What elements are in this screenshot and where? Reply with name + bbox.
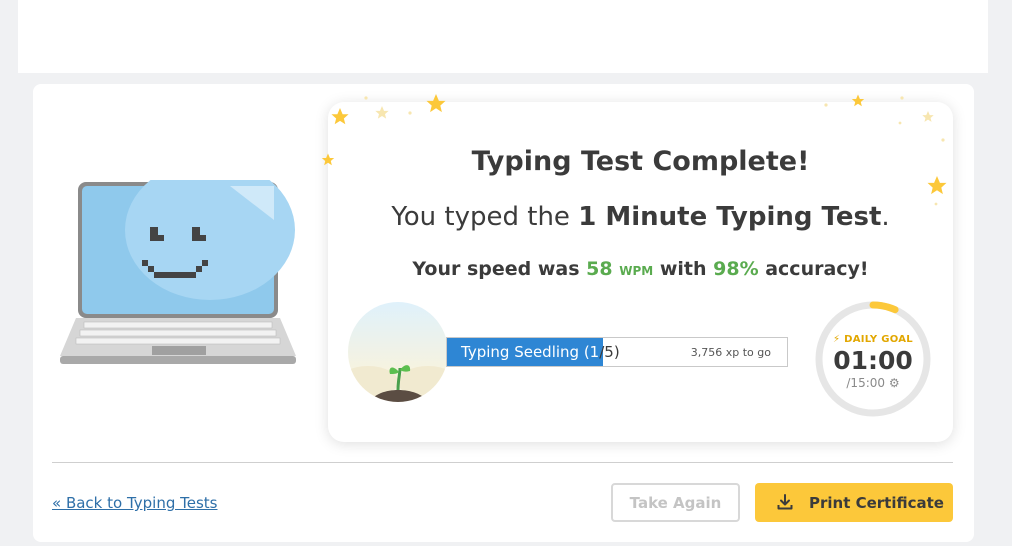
daily-goal-label-text: DAILY GOAL [844, 334, 913, 345]
daily-goal-text: ⚡ DAILY GOAL 01:00 /15:00 ⚙ [812, 298, 934, 420]
wpm-value: 58 [586, 258, 613, 280]
xp-to-go: 3,756 xp to go [690, 346, 771, 359]
print-certificate-label: Print Certificate [809, 494, 944, 512]
speed-line: Your speed was 58 WPM with 98% accuracy! [328, 258, 953, 280]
divider [52, 462, 953, 463]
seedling-icon [348, 302, 448, 402]
print-certificate-button[interactable]: Print Certificate [755, 483, 953, 522]
top-panel [18, 0, 988, 73]
daily-goal-ring[interactable]: ⚡ DAILY GOAL 01:00 /15:00 ⚙ [812, 298, 934, 420]
result-bubble: Typing Test Complete! You typed the 1 Mi… [328, 102, 953, 442]
summary-prefix: You typed the [391, 202, 579, 232]
level-progress-bar: Typing Seedling (1/5) 3,756 xp to go [446, 337, 788, 367]
speed-suffix: accuracy! [758, 258, 869, 280]
daily-goal-time: 01:00 [833, 346, 913, 375]
test-name: 1 Minute Typing Test [578, 202, 882, 232]
test-summary: You typed the 1 Minute Typing Test. [328, 202, 953, 232]
download-icon [777, 494, 793, 510]
laptop-mascot-icon [60, 180, 296, 364]
gear-icon[interactable]: ⚙ [889, 376, 900, 390]
wpm-unit: WPM [619, 264, 654, 278]
speed-prefix: Your speed was [412, 258, 587, 280]
page-title: Typing Test Complete! [471, 146, 810, 177]
accuracy-value: 98% [713, 258, 759, 280]
daily-goal-target: /15:00 ⚙ [812, 376, 934, 390]
speed-mid: with [653, 258, 714, 280]
back-to-typing-tests-link[interactable]: « Back to Typing Tests [52, 494, 218, 512]
summary-suffix: . [881, 202, 890, 232]
level-name: Typing Seedling (1/5) [461, 343, 620, 361]
daily-goal-label: ⚡ DAILY GOAL [833, 334, 913, 345]
take-again-button[interactable]: Take Again [611, 483, 740, 522]
level-name-tail: /5) [599, 343, 620, 361]
daily-goal-target-text: /15:00 [846, 376, 886, 390]
level-name-text: Typing Seedling (1 [461, 343, 600, 361]
